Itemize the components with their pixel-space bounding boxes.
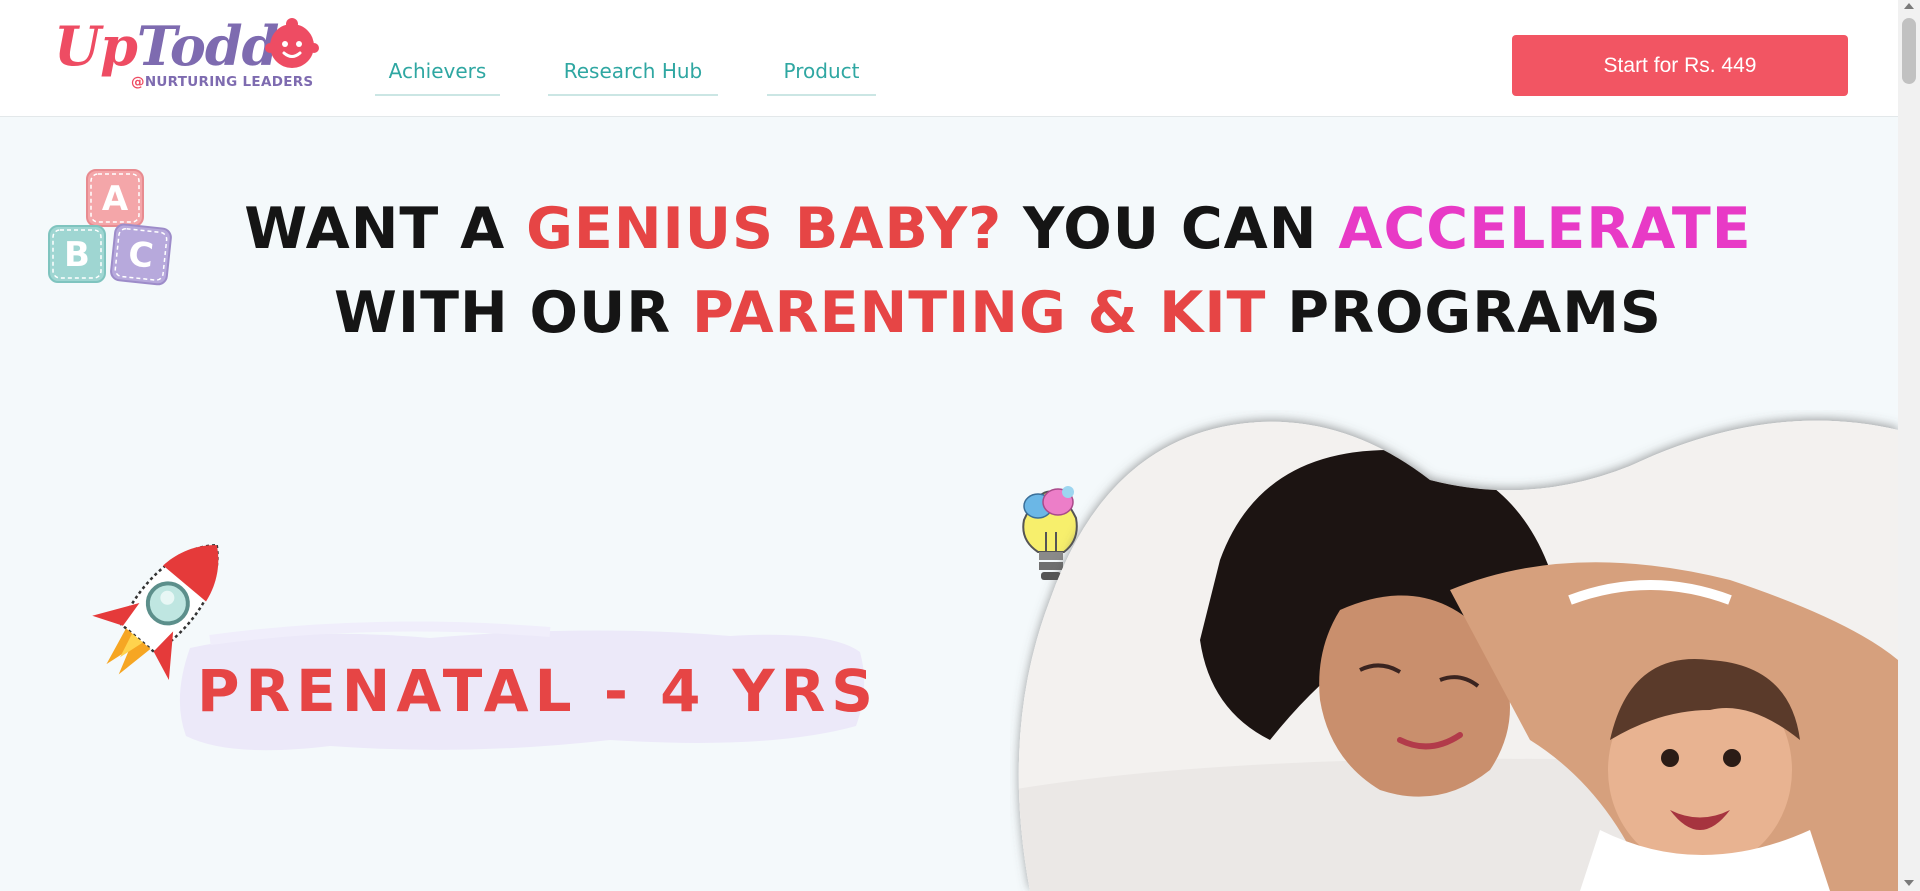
block-letter-c: C: [126, 234, 155, 276]
hero-headline-line-2: WITH OUR PARENTING & KIT PROGRAMS: [0, 280, 1898, 346]
abc-blocks-icon: A B C: [48, 169, 172, 286]
scrollbar-thumb[interactable]: [1902, 18, 1916, 84]
nav-item-achievers[interactable]: Achievers: [375, 52, 500, 96]
scroll-up-arrow-icon[interactable]: [1904, 3, 1914, 9]
logo-tagline-at: @: [131, 74, 145, 90]
logo-tagline-text: NURTURING LEADERS: [144, 74, 314, 90]
nav-item-research-hub[interactable]: Research Hub: [548, 52, 718, 96]
hero-highlight-genius-baby: GENIUS BABY?: [526, 196, 1003, 262]
logo-todd-text: Todd: [136, 14, 280, 78]
logo-wordmark: UpTodd: [54, 14, 280, 78]
start-cta-button[interactable]: Start for Rs. 449: [1512, 35, 1848, 96]
hero-line1-text-b: YOU CAN: [1002, 196, 1339, 262]
block-letter-a: A: [102, 179, 129, 219]
rocket-icon: [92, 543, 219, 680]
mother-baby-hero-image: [1018, 420, 1898, 891]
hero-headline-line-1: WANT A GENIUS BABY? YOU CAN ACCELERATE: [0, 196, 1898, 262]
uptodd-baby-face-icon: [265, 18, 319, 68]
site-header: UpTodd @NURTURING LEADERS Achievers Rese…: [0, 0, 1898, 117]
hero-highlight-parenting-kit: PARENTING & KIT: [692, 280, 1267, 346]
hero-line1-text-a: WANT A: [244, 196, 527, 262]
hero-highlight-accelerate: ACCELERATE: [1338, 196, 1752, 262]
logo-up-text: Up: [54, 14, 138, 78]
hero-line2-text-a: WITH OUR: [334, 280, 693, 346]
page-scrollbar[interactable]: [1898, 0, 1920, 891]
block-letter-b: B: [64, 235, 90, 275]
scroll-down-arrow-icon[interactable]: [1904, 880, 1914, 886]
hero-line2-text-b: PROGRAMS: [1266, 280, 1662, 346]
uptodd-logo[interactable]: UpTodd @NURTURING LEADERS: [54, 14, 324, 94]
logo-tagline: @NURTURING LEADERS: [131, 74, 313, 90]
nav-item-product[interactable]: Product: [767, 52, 876, 96]
age-range-label: PRENATAL - 4 YRS: [197, 657, 880, 725]
